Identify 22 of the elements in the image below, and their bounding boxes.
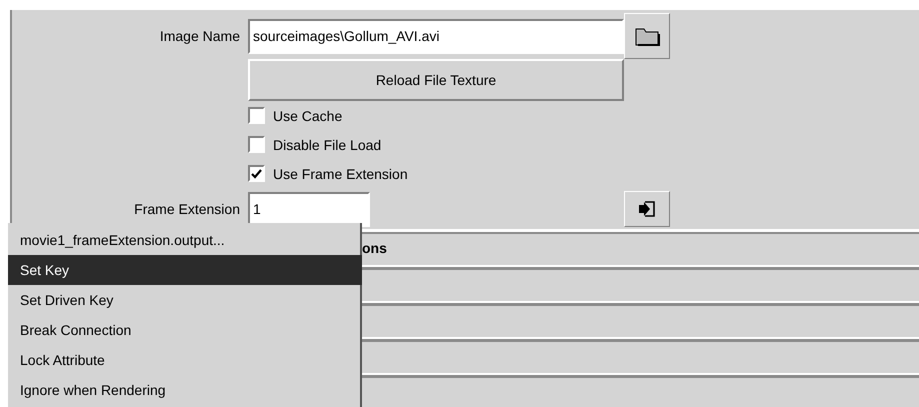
menu-item[interactable]: Set Driven Key <box>8 285 362 315</box>
checkbox[interactable] <box>248 165 265 182</box>
frame-extension-field[interactable]: 1 <box>248 192 370 226</box>
reload-file-texture-button[interactable]: Reload File Texture <box>248 59 624 101</box>
checkbox-label: Disable File Load <box>273 136 382 152</box>
menu-item[interactable]: Break Connection <box>8 315 362 345</box>
checkbox[interactable] <box>248 136 265 153</box>
checkbox-label: Use Frame Extension <box>273 166 408 182</box>
menu-item[interactable]: movie1_frameExtension.output... <box>8 225 362 255</box>
field-label: Frame Extension <box>134 201 241 217</box>
section-title[interactable]: ons <box>362 240 387 256</box>
image-name-field[interactable]: sourceimages\Gollum_AVI.avi <box>248 18 624 54</box>
menu-item[interactable]: Set Key <box>8 255 362 285</box>
input-arrow-icon <box>637 200 657 218</box>
browse-button[interactable] <box>624 13 670 59</box>
menu-item[interactable]: Ignore when Rendering <box>8 375 362 405</box>
menu-item[interactable]: Lock Attribute <box>8 345 362 375</box>
checkbox[interactable] <box>248 107 265 124</box>
checkbox-label: Use Cache <box>273 108 342 124</box>
check-icon <box>251 168 262 178</box>
map-button[interactable] <box>624 191 670 227</box>
field-label: Image Name <box>160 28 241 44</box>
